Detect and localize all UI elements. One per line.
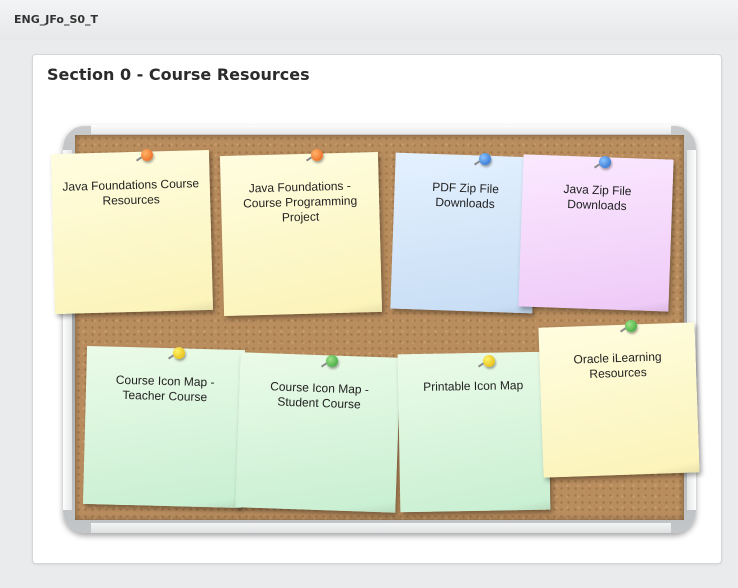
- section-title: Section 0 - Course Resources: [47, 65, 310, 84]
- section-card: Section 0 - Course Resources Java Founda…: [32, 54, 722, 564]
- note-course-programming-project[interactable]: Java Foundations - Course Programming Pr…: [219, 151, 383, 317]
- pushpin-icon: [326, 355, 338, 367]
- note-label: Course Icon Map - Student Course: [269, 379, 370, 412]
- note-label: Oracle iLearning Resources: [573, 349, 662, 382]
- pushpin-icon: [479, 153, 491, 165]
- board-rail-top: [91, 125, 671, 134]
- note-label: Printable Icon Map: [423, 378, 524, 394]
- note-label: Java Foundations - Course Programming Pr…: [242, 178, 358, 225]
- course-code: ENG_JFo_S0_T: [14, 13, 99, 26]
- note-oracle-ilearning-resources[interactable]: Oracle iLearning Resources: [538, 322, 700, 478]
- header-bar: ENG_JFo_S0_T: [0, 0, 738, 40]
- board-rail-bottom: [91, 523, 671, 533]
- note-java-foundations-course-resources[interactable]: Java Foundations Course Resources: [50, 149, 214, 315]
- note-pdf-zip-file-downloads[interactable]: PDF Zip File Downloads: [390, 152, 538, 314]
- note-label: PDF Zip File Downloads: [432, 179, 500, 212]
- pushpin-icon: [173, 347, 185, 359]
- note-printable-icon-map[interactable]: Printable Icon Map: [397, 351, 551, 513]
- pushpin-icon: [483, 355, 495, 367]
- pushpin-icon: [599, 156, 611, 168]
- pushpin-icon: [141, 149, 153, 161]
- note-course-icon-map-student[interactable]: Course Icon Map - Student Course: [235, 352, 401, 513]
- pushpin-icon: [311, 149, 323, 161]
- note-label: Java Foundations Course Resources: [62, 176, 200, 208]
- note-course-icon-map-teacher[interactable]: Course Icon Map - Teacher Course: [82, 345, 246, 509]
- pushpin-icon: [625, 320, 637, 332]
- note-java-zip-file-downloads[interactable]: Java Zip File Downloads: [518, 154, 674, 312]
- note-label: Java Zip File Downloads: [563, 181, 632, 214]
- note-label: Course Icon Map - Teacher Course: [115, 372, 215, 405]
